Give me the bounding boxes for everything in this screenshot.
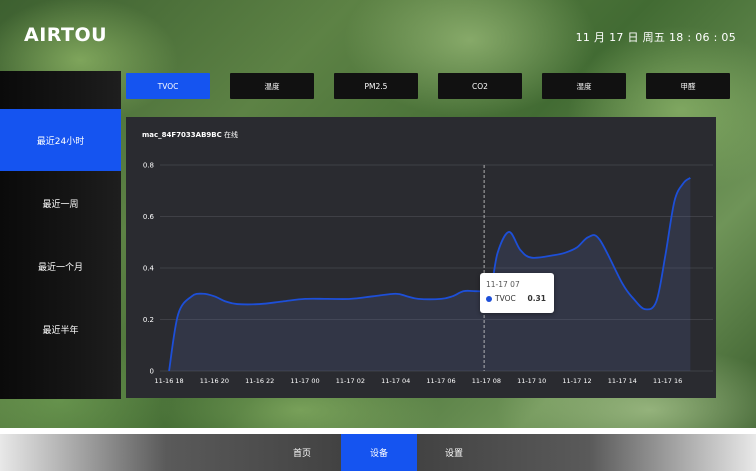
x-tick-label: 11-17 10 [517, 377, 546, 385]
x-tick-label: 11-16 20 [200, 377, 229, 385]
y-tick-label: 0.8 [143, 162, 154, 170]
metric-tabs: TVOC 温度 PM2.5 CO2 湿度 甲醛 [126, 73, 730, 99]
nav-settings[interactable]: 设置 [416, 434, 492, 471]
range-halfyear-button[interactable]: 最近半年 [0, 298, 121, 360]
tab-label: PM2.5 [364, 81, 388, 91]
nav-devices[interactable]: 设备 [341, 434, 417, 471]
y-tick-label: 0.4 [143, 265, 155, 273]
x-tick-label: 11-17 08 [472, 377, 501, 385]
range-week-button[interactable]: 最近一周 [0, 172, 121, 234]
tab-label: 湿度 [576, 81, 592, 91]
range-month-button[interactable]: 最近一个月 [0, 235, 121, 297]
x-tick-label: 11-17 12 [562, 377, 591, 385]
x-tick-label: 11-16 18 [154, 377, 183, 385]
range-label: 最近24小时 [36, 136, 85, 147]
x-tick-label: 11-17 04 [381, 377, 410, 385]
tab-label: TVOC [157, 81, 179, 91]
x-tick-label: 11-16 22 [245, 377, 274, 385]
x-tick-label: 11-17 16 [653, 377, 682, 385]
y-tick-label: 0.2 [143, 316, 154, 324]
chart-panel: mac_84F7033AB9BC 在线 0 0.2 0.4 0.6 0.8 11-16 1… [126, 117, 716, 398]
bottom-nav: 首页 设备 设置 [0, 434, 756, 471]
tab-label: 甲醛 [680, 81, 696, 91]
tab-pm25[interactable]: PM2.5 [334, 73, 418, 99]
tab-humidity[interactable]: 湿度 [542, 73, 626, 99]
y-tick-label: 0.6 [143, 213, 155, 221]
tab-label: 温度 [264, 81, 280, 91]
tooltip-series: TVOC [495, 294, 516, 303]
logo: AIRTOU [24, 24, 108, 46]
tab-co2[interactable]: CO2 [438, 73, 522, 99]
tvoc-line-chart[interactable]: 0 0.2 0.4 0.6 0.8 11-16 18 11-16 20 11-16 22 11-… [126, 117, 716, 398]
tab-label: CO2 [472, 81, 488, 91]
range-24h-button[interactable]: 最近24小时 [0, 109, 121, 171]
nav-label: 设置 [444, 449, 463, 459]
nav-label: 设备 [369, 449, 388, 459]
y-tick-label: 0 [150, 368, 154, 376]
range-label: 最近半年 [42, 325, 79, 336]
nav-home[interactable]: 首页 [264, 434, 340, 471]
time-range-sidebar: 最近24小时 最近一周 最近一个月 最近半年 [0, 71, 121, 399]
x-tick-label: 11-17 06 [426, 377, 455, 385]
x-tick-label: 11-17 14 [608, 377, 637, 385]
series-area [169, 177, 691, 371]
range-label: 最近一周 [42, 199, 79, 210]
x-tick-label: 11-17 02 [336, 377, 365, 385]
tooltip-value: 0.31 [527, 294, 546, 303]
tab-tvoc[interactable]: TVOC [126, 73, 210, 99]
tab-formaldehyde[interactable]: 甲醛 [646, 73, 730, 99]
chart-tooltip: 11-17 07 TVOC 0.31 [480, 273, 554, 313]
tab-temperature[interactable]: 温度 [230, 73, 314, 99]
series-dot-icon [486, 296, 492, 302]
x-tick-label: 11-17 00 [290, 377, 319, 385]
range-label: 最近一个月 [37, 262, 83, 273]
tooltip-time: 11-17 07 [486, 280, 520, 289]
datetime-display: 11 月 17 日 周五 18 : 06 : 05 [575, 31, 736, 44]
nav-label: 首页 [292, 449, 311, 459]
